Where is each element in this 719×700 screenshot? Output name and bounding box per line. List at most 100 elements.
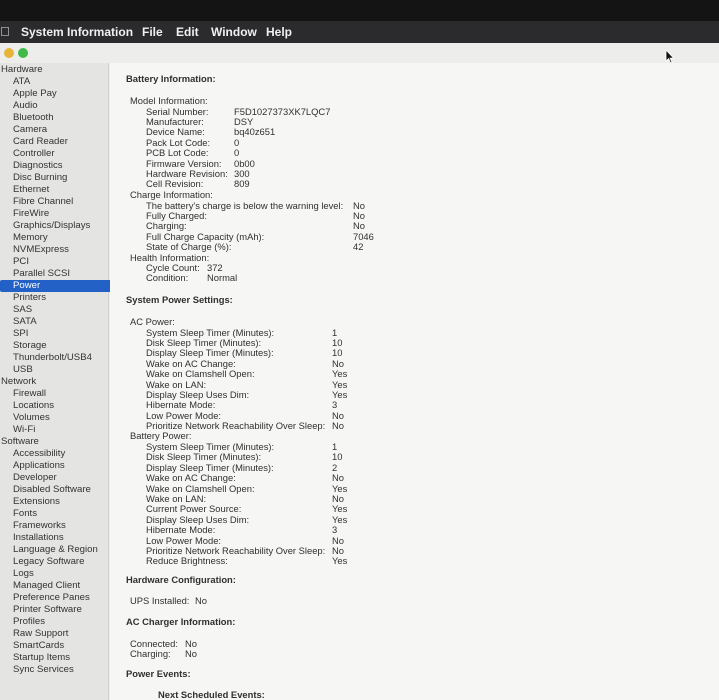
sidebar-category-hardware: Hardware [1,64,43,75]
sidebar-item-usb[interactable]: USB [0,364,121,376]
sidebar-item-disabled-software[interactable]: Disabled Software [0,484,121,496]
property-value: 1 [332,441,338,452]
property-value: No [185,647,197,659]
sidebar-item-camera[interactable]: Camera [0,124,121,136]
sidebar-item-frameworks[interactable]: Frameworks [0,520,121,532]
sidebar-item-card-reader[interactable]: Card Reader [0,136,121,148]
menu-edit[interactable]: Edit [176,25,199,39]
property-value: DSY [234,115,254,127]
property-value: 1 [332,326,338,338]
sidebar-item-firewall[interactable]: Firewall [0,388,121,400]
property-value: No [332,472,344,484]
sidebar-item-language-region[interactable]: Language & Region [0,544,121,556]
sidebar-item-volumes[interactable]: Volumes [0,412,121,424]
property-value: Yes [332,368,348,380]
sidebar-item-profiles[interactable]: Profiles [0,616,121,628]
property-label: Device Name: [146,126,205,138]
property-label: Prioritize Network Reachability Over Sle… [146,545,326,556]
sidebar-item-audio[interactable]: Audio [0,100,121,112]
sidebar-item-firewire[interactable]: FireWire [0,208,121,220]
menu-app-name[interactable]: System Information [21,25,133,39]
sidebar-item-spi[interactable]: SPI [0,328,121,340]
property-label: Reduce Brightness: [146,555,228,567]
property-label: Cell Revision: [146,178,204,190]
property-value: 2 [332,461,338,473]
sidebar-item-logs[interactable]: Logs [0,568,121,580]
sidebar-item-extensions[interactable]: Extensions [0,496,121,508]
sidebar-item-sas[interactable]: SAS [0,304,121,316]
sidebar-item-bluetooth[interactable]: Bluetooth [0,112,121,124]
sidebar-item-memory[interactable]: Memory [0,232,121,244]
property-label: Low Power Mode: [146,534,222,546]
sidebar-item-installations[interactable]: Installations [0,532,121,544]
sidebar-item-managed-client[interactable]: Managed Client [0,580,121,592]
subsection-label: Battery Power: [130,430,192,441]
sidebar-item-fonts[interactable]: Fonts [0,508,121,520]
property-label: Pack Lot Code: [146,136,211,148]
property-value: No [353,199,365,211]
sidebar-item-preference-panes[interactable]: Preference Panes [0,592,121,604]
property-label: Connected: [130,637,178,649]
property-label: Disk Sleep Timer (Minutes): [146,336,262,348]
sidebar-category-network: Network [1,376,37,387]
property-value: 3 [332,524,338,536]
sidebar-item-printer-software[interactable]: Printer Software [0,604,121,616]
sidebar-item-power[interactable]: Power [0,280,116,292]
sidebar-item-ethernet[interactable]: Ethernet [0,184,121,196]
property-label: Wake on AC Change: [146,472,236,484]
sidebar-item-wi-fi[interactable]: Wi-Fi [0,424,121,436]
property-value: 42 [353,241,364,253]
sidebar-item-sata[interactable]: SATA [0,316,121,328]
sidebar-item-locations[interactable]: Locations [0,400,121,412]
sidebar-item-sync-services[interactable]: Sync Services [0,664,121,676]
property-value: Yes [332,388,348,400]
property-label: Current Power Source: [146,503,242,515]
sidebar-item-legacy-software[interactable]: Legacy Software [0,556,121,568]
sidebar-item-nvmexpress[interactable]: NVMExpress [0,244,121,256]
power-detail-pane: Battery Information: Model Information: Se… [110,63,719,700]
sidebar-item-controller[interactable]: Controller [0,148,121,160]
property-label: Manufacturer: [146,115,204,127]
system-information-window: Hardware ATA Apple Pay Audio Bluetooth Camera… [0,43,719,700]
sidebar-item-disc-burning[interactable]: Disc Burning [0,172,121,184]
sidebar-item-fibre-channel[interactable]: Fibre Channel [0,196,121,208]
section-heading: Hardware Configuration: [126,574,236,585]
property-label: Cycle Count: [146,262,200,273]
sidebar-item-graphics-displays[interactable]: Graphics/Displays [0,220,121,232]
sidebar-item-printers[interactable]: Printers [0,292,121,304]
sidebar-item-developer[interactable]: Developer [0,472,121,484]
sidebar-item-storage[interactable]: Storage [0,340,121,352]
sidebar-item-accessibility[interactable]: Accessibility [0,448,121,460]
property-value: Yes [332,555,348,567]
subsection-label: Model Information: [130,95,208,106]
sidebar: Hardware ATA Apple Pay Audio Bluetooth Camera… [0,63,116,700]
property-value: Yes [332,482,348,494]
menu-file[interactable]: File [142,25,163,39]
menu-window[interactable]: Window [211,25,257,39]
property-value: No [353,220,365,232]
property-label: Wake on LAN: [146,378,207,390]
property-label: Serial Number: [146,105,209,117]
sidebar-item-thunderbolt-usb4[interactable]: Thunderbolt/USB4 [0,352,121,364]
zoom-button[interactable] [18,48,28,58]
sidebar-item-pci[interactable]: PCI [0,256,121,268]
property-value: F5D1027373XK7LQC7 [234,105,331,117]
section-heading: System Power Settings: [126,294,233,305]
property-label: Hibernate Mode: [146,399,216,411]
menu-bar:  System Information File Edit Window He… [0,21,719,43]
property-value: No [195,595,207,606]
sidebar-item-apple-pay[interactable]: Apple Pay [0,88,121,100]
menu-help[interactable]: Help [266,25,292,39]
mouse-pointer-icon [665,50,675,64]
minimize-button[interactable] [4,48,14,58]
sidebar-item-ata[interactable]: ATA [0,76,121,88]
sidebar-item-raw-support[interactable]: Raw Support [0,628,121,640]
apple-logo-icon[interactable]:  [0,24,10,39]
sidebar-item-diagnostics[interactable]: Diagnostics [0,160,121,172]
property-label: Disk Sleep Timer (Minutes): [146,451,262,463]
sidebar-item-smartcards[interactable]: SmartCards [0,640,121,652]
property-label: Wake on Clamshell Open: [146,482,255,494]
sidebar-item-parallel-scsi[interactable]: Parallel SCSI [0,268,121,280]
sidebar-item-startup-items[interactable]: Startup Items [0,652,121,664]
sidebar-item-applications[interactable]: Applications [0,460,121,472]
